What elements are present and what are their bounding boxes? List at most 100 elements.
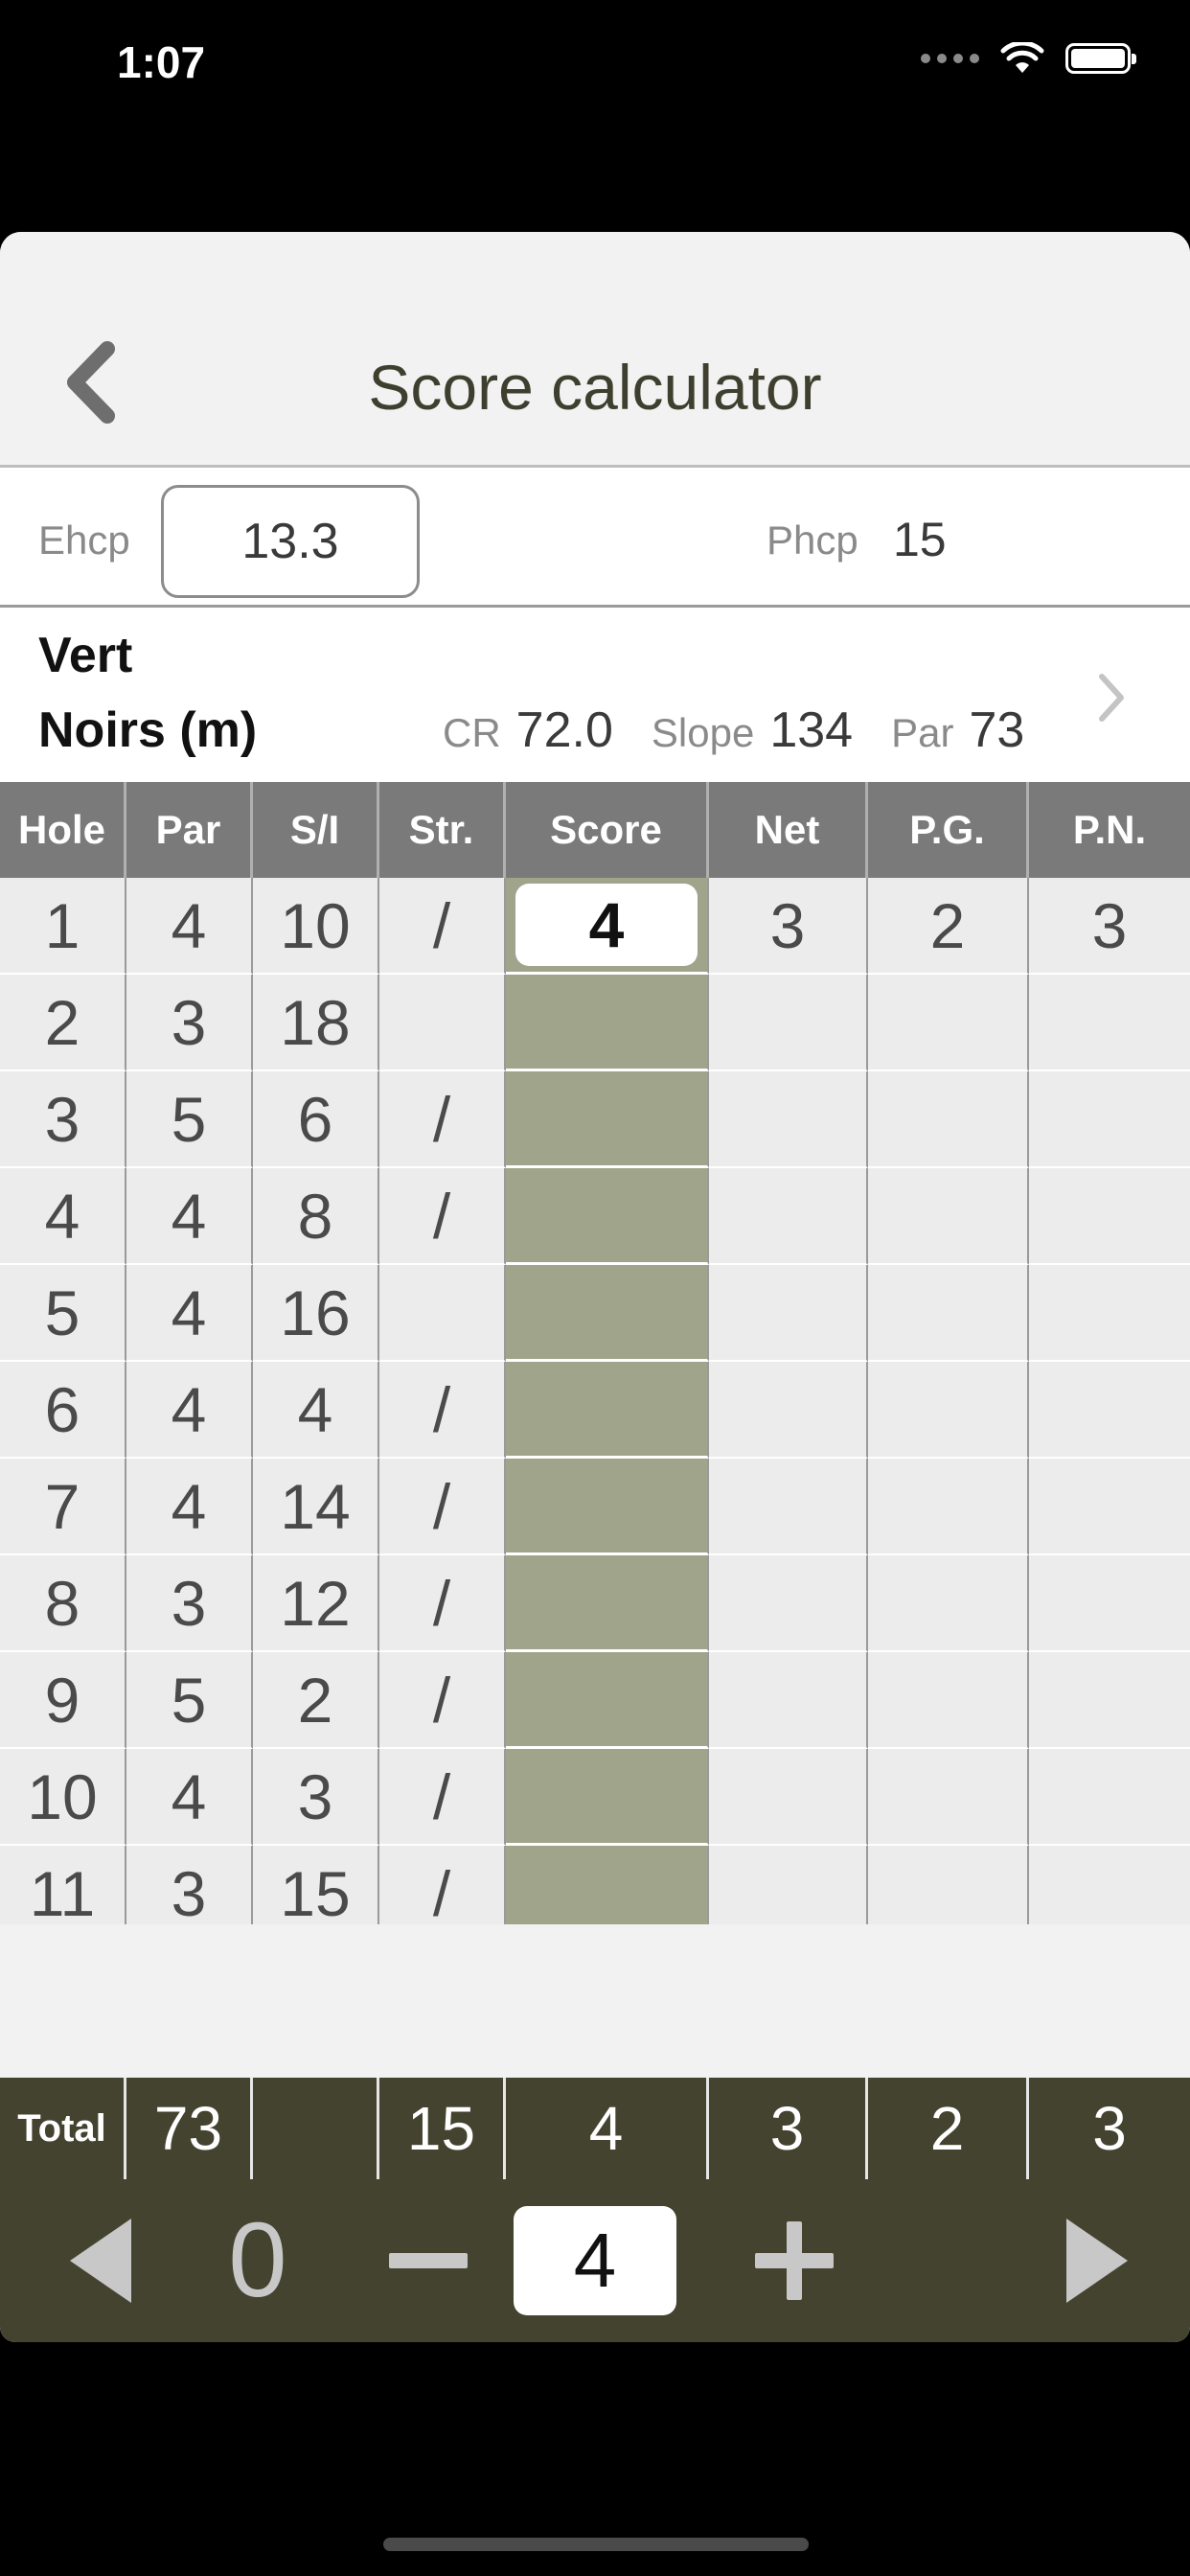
cell-strokes: / (379, 1362, 506, 1459)
cell-par: 3 (126, 975, 253, 1071)
table-row[interactable]: 6 4 4/ (0, 1362, 1190, 1459)
cell-si: 14 (253, 1459, 379, 1555)
active-score-input[interactable]: 4 (515, 884, 698, 966)
cell-pn (1029, 1168, 1190, 1265)
phcp-value: 15 (893, 513, 947, 566)
cell-net (709, 1652, 868, 1749)
cell-pn (1029, 1071, 1190, 1168)
cell-si: 16 (253, 1265, 379, 1362)
cell-score[interactable] (506, 1846, 709, 1924)
table-row[interactable]: 4 4 8/ (0, 1168, 1190, 1265)
course-selector[interactable]: Vert Noirs (m) CR 72.0 Slope 134 Par 73 (0, 608, 1190, 782)
cell-par: 4 (126, 1459, 253, 1555)
cell-score[interactable] (506, 1459, 709, 1555)
table-row[interactable]: 7 4 14/ (0, 1459, 1190, 1555)
table-row[interactable]: 3 5 6/ (0, 1071, 1190, 1168)
cell-strokes: / (379, 1846, 506, 1924)
cell-pn (1029, 975, 1190, 1071)
next-hole-button[interactable] (1044, 2179, 1150, 2342)
course-name: Vert (38, 628, 133, 683)
cell-si: 15 (253, 1846, 379, 1924)
header-net: Net (709, 782, 868, 878)
cell-pg (868, 1846, 1029, 1924)
cell-si: 2 (253, 1652, 379, 1749)
tee-name: Noirs (m) (38, 702, 258, 758)
table-row[interactable]: 9 5 2/ (0, 1652, 1190, 1749)
page-title: Score calculator (368, 352, 822, 423)
cell-pg (868, 1168, 1029, 1265)
header-par: Par (126, 782, 253, 878)
total-si (253, 2078, 379, 2179)
cell-par: 4 (126, 878, 253, 975)
ehcp-field[interactable]: 13.3 (161, 485, 420, 598)
cell-net (709, 975, 868, 1071)
table-row[interactable]: 2 3 18 (0, 975, 1190, 1071)
course-stats: CR 72.0 Slope 134 Par 73 (443, 702, 1047, 759)
cell-strokes: / (379, 1168, 506, 1265)
cell-pn (1029, 1846, 1190, 1924)
cell-hole: 4 (0, 1168, 126, 1265)
cell-score[interactable] (506, 975, 709, 1071)
phcp-label: Phcp (767, 518, 858, 563)
table-row[interactable]: 10 4 3/ (0, 1749, 1190, 1846)
total-score: 4 (506, 2078, 709, 2179)
triangle-right-icon (1066, 2219, 1128, 2303)
cr-value: 72.0 (515, 702, 613, 758)
cell-pg (868, 1749, 1029, 1846)
table-row[interactable]: 8 3 12/ (0, 1555, 1190, 1652)
cell-par: 5 (126, 1071, 253, 1168)
zero-button[interactable]: 0 (205, 2179, 310, 2342)
cell-hole: 2 (0, 975, 126, 1071)
signal-icon (921, 54, 979, 63)
cell-pn (1029, 1652, 1190, 1749)
cell-score[interactable] (506, 1362, 709, 1459)
cell-strokes: / (379, 1071, 506, 1168)
cell-par: 4 (126, 1265, 253, 1362)
home-indicator (383, 2538, 809, 2551)
decrement-button[interactable] (376, 2179, 481, 2342)
cell-pg (868, 1555, 1029, 1652)
header-strokes: Str. (379, 782, 506, 878)
previous-hole-button[interactable] (48, 2179, 153, 2342)
cell-si: 10 (253, 878, 379, 975)
cell-net (709, 1846, 868, 1924)
cell-si: 3 (253, 1749, 379, 1846)
cell-si: 6 (253, 1071, 379, 1168)
cell-strokes: / (379, 1459, 506, 1555)
table-row[interactable]: 11 3 15/ (0, 1846, 1190, 1924)
cell-score[interactable] (506, 1071, 709, 1168)
score-table-body[interactable]: 1 4 10/4 3 2 3 2 3 18 3 5 6/4 4 8/5 4 16 6 4 4/7 4 14/8 3 12/9… (0, 878, 1190, 1924)
cell-pn (1029, 1362, 1190, 1459)
cell-par: 3 (126, 1846, 253, 1924)
cell-par: 4 (126, 1749, 253, 1846)
cell-score[interactable] (506, 1749, 709, 1846)
cell-score[interactable] (506, 1265, 709, 1362)
cell-net (709, 1555, 868, 1652)
total-pn: 3 (1092, 2094, 1127, 2163)
cell-score[interactable]: 4 (506, 878, 709, 975)
handicap-row: Ehcp 13.3 Phcp 15 (0, 468, 1190, 608)
cell-strokes: / (379, 1652, 506, 1749)
cell-hole: 10 (0, 1749, 126, 1846)
total-label: Total (0, 2078, 126, 2179)
cell-score[interactable] (506, 1652, 709, 1749)
cell-hole: 1 (0, 878, 126, 975)
score-calculator-sheet: Score calculator Ehcp 13.3 Phcp 15 Vert … (0, 232, 1190, 2342)
slope-label: Slope (651, 710, 755, 755)
cell-net (709, 1362, 868, 1459)
cell-pg (868, 975, 1029, 1071)
wifi-icon (1000, 42, 1044, 73)
cell-hole: 3 (0, 1071, 126, 1168)
cell-pg: 2 (868, 878, 1029, 975)
increment-button[interactable] (742, 2179, 847, 2342)
cell-score[interactable] (506, 1168, 709, 1265)
cell-score[interactable] (506, 1555, 709, 1652)
cell-hole: 5 (0, 1265, 126, 1362)
table-header: Hole Par S/I Str. Score Net P.G. P.N. (0, 782, 1190, 878)
score-toolbar: 0 4 (0, 2179, 1190, 2342)
table-row[interactable]: 1 4 10/4 3 2 3 (0, 878, 1190, 975)
table-row[interactable]: 5 4 16 (0, 1265, 1190, 1362)
cell-si: 8 (253, 1168, 379, 1265)
cell-hole: 8 (0, 1555, 126, 1652)
total-strokes: 15 (379, 2078, 506, 2179)
